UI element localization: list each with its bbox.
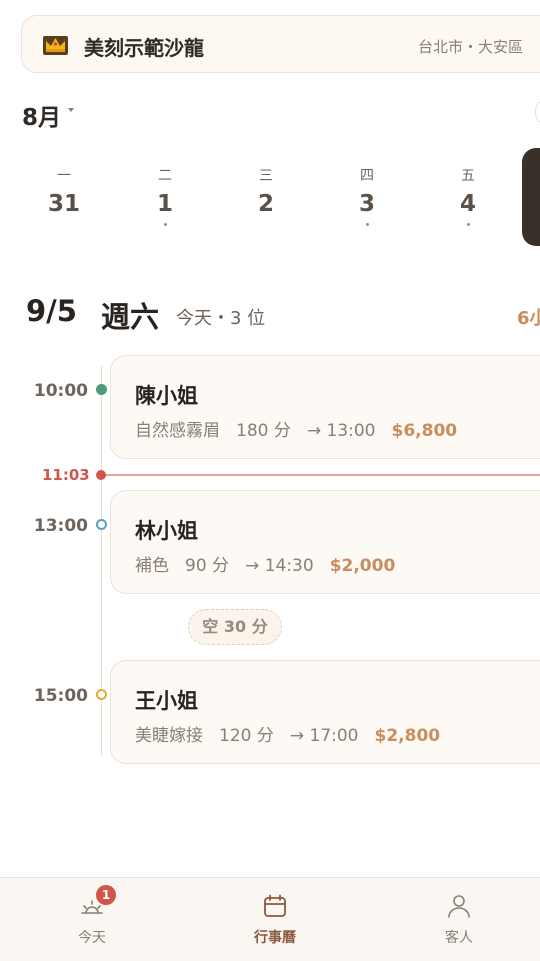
price: $6,800 [391,421,458,441]
crown-icon [43,36,68,55]
end-time: → 14:30 [245,556,314,576]
current-time-label: 11:03 [42,466,90,484]
time-label: 10:00 [33,381,88,401]
day-weekday: 五 [461,168,475,184]
service-name: 美睫嫁接 [135,726,203,746]
service-name: 自然感霧眉 [135,421,220,441]
day-number: 4 [459,191,476,217]
status-marker [96,689,107,700]
calendar-icon [264,894,286,917]
nav-label: 今天 [78,930,106,946]
appointment-info: 美睫嫁接 120 分 → 17:00 $2,800 [135,721,456,746]
nav-item-calendar[interactable]: 行事曆 [215,878,335,961]
appointment-dot [163,223,167,226]
day-number: 1 [156,191,173,217]
day-number: 3 [358,191,375,217]
appointment-info: 自然感霧眉 180 分 → 13:00 $6,800 [135,416,473,441]
day-summary: 今天・3 位 [176,308,266,329]
end-time: → 17:00 [289,726,359,746]
salon-location: 台北市・大安區 [418,38,524,56]
nav-label: 客人 [445,930,473,946]
current-time-dot [96,470,106,480]
day-cell[interactable]: 二1 [135,165,195,226]
current-time-line [106,474,540,476]
appointment-info: 補色 90 分 → 14:30 $2,000 [135,551,411,576]
day-number: 31 [47,191,80,217]
duration: 120 分 [219,726,274,746]
client-name: 林小姐 [135,519,198,543]
time-label: 13:00 [33,516,88,536]
appointment-card[interactable]: 林小姐 補色 90 分 → 14:30 $2,000 [110,490,540,594]
day-number: 2 [257,191,274,217]
status-marker [96,519,107,530]
salon-name: 美刻示範沙龍 [84,36,204,60]
selected-day-highlight[interactable] [522,148,540,246]
nav-label: 行事曆 [254,930,296,946]
selected-weekday: 週六 [101,300,160,334]
appointment-card[interactable]: 王小姐 美睫嫁接 120 分 → 17:00 $2,800 [110,660,540,764]
duration: 90 分 [185,556,230,576]
status-marker [96,384,107,395]
appointment-dot [466,223,470,226]
nav-item-clients[interactable]: 客人 [399,878,519,961]
time-label: 15:00 [33,686,88,706]
free-slot-pill[interactable]: 空 30 分 [188,609,282,645]
day-weekday: 四 [360,168,374,184]
month-selector[interactable]: 8月 [22,98,61,132]
nav-item-today[interactable]: 1 今天 [32,878,152,961]
selected-date: 9/5 [26,294,77,328]
client-name: 王小姐 [135,689,198,713]
day-cell[interactable]: 三2 [236,165,296,226]
day-weekday: 二 [158,168,172,184]
salon-card[interactable]: 美刻示範沙龍 台北市・大安區 [21,15,540,73]
notification-badge: 1 [96,885,116,905]
service-name: 補色 [135,556,169,576]
person-icon [448,895,470,918]
day-weekday: 三 [259,168,273,184]
day-cell[interactable]: 一 31 [34,165,94,226]
price: $2,800 [374,726,441,746]
appointment-card[interactable]: 陳小姐 自然感霧眉 180 分 → 13:00 $6,800 [110,355,540,459]
today-button[interactable] [535,97,540,127]
bottom-nav: 1 今天 行事曆 客人 [0,877,540,961]
client-name: 陳小姐 [135,384,198,408]
price: $2,000 [329,556,396,576]
duration: 180 分 [236,421,291,441]
day-weekday: 一 [57,168,71,184]
chevron-down-icon[interactable] [68,108,74,112]
end-time: → 13:00 [306,421,376,441]
day-cell[interactable]: 五4 [438,165,498,226]
day-cell[interactable]: 四3 [337,165,397,226]
day-hours-summary: 6小 [517,308,540,329]
appointment-dot [365,223,369,226]
